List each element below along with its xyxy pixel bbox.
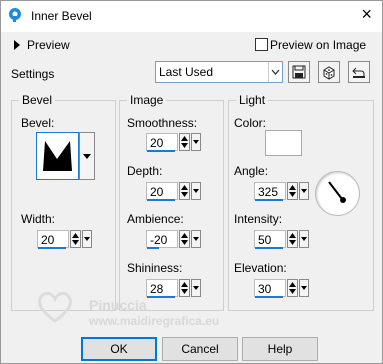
intensity-value-bar xyxy=(255,247,283,249)
bevel-shape-icon xyxy=(43,141,72,171)
intensity-input[interactable]: 50 xyxy=(254,230,286,248)
expand-arrow-icon[interactable] xyxy=(13,40,21,50)
paintshop-app-icon xyxy=(9,8,21,22)
depth-input[interactable]: 20 xyxy=(146,182,178,200)
smoothness-value-bar xyxy=(147,150,175,152)
cancel-button[interactable]: Cancel xyxy=(162,337,238,361)
smoothness-spinner[interactable]: 20 xyxy=(146,133,202,153)
ambience-label: Ambience: xyxy=(127,212,184,226)
ambience-spinner[interactable]: -20 xyxy=(146,230,202,250)
width-spinner[interactable]: 20 xyxy=(37,230,93,250)
title-bar: Inner Bevel × xyxy=(1,1,382,32)
bevel-group-title: Bevel xyxy=(19,93,56,107)
ambience-updown[interactable] xyxy=(179,230,190,248)
preset-dropdown[interactable]: Last Used xyxy=(155,61,283,83)
watermark-heart-icon xyxy=(38,291,72,323)
width-updown[interactable] xyxy=(70,230,81,248)
bevel-label: Bevel: xyxy=(21,116,55,130)
intensity-updown[interactable] xyxy=(287,230,298,248)
shininess-input[interactable]: 28 xyxy=(146,279,178,297)
smoothness-slider-dropdown[interactable] xyxy=(191,133,201,151)
ambience-slider-dropdown[interactable] xyxy=(191,230,201,248)
angle-label: Angle: xyxy=(234,164,269,178)
depth-spinner[interactable]: 20 xyxy=(146,182,202,202)
angle-input[interactable]: 325 xyxy=(254,182,286,200)
settings-label: Settings xyxy=(11,67,55,81)
smoothness-input[interactable]: 20 xyxy=(146,133,178,151)
ambience-value-bar xyxy=(147,247,159,249)
angle-dial-needle-icon xyxy=(328,181,346,203)
chevron-down-icon[interactable] xyxy=(268,62,282,82)
shininess-slider-dropdown[interactable] xyxy=(191,279,201,297)
angle-dial[interactable] xyxy=(315,171,360,216)
close-icon[interactable]: × xyxy=(361,4,372,25)
angle-updown[interactable] xyxy=(287,182,298,200)
color-label: Color: xyxy=(234,116,267,130)
help-button[interactable]: Help xyxy=(242,337,318,361)
randomize-button[interactable] xyxy=(318,61,340,83)
intensity-spinner[interactable]: 50 xyxy=(254,230,310,250)
elevation-updown[interactable] xyxy=(287,279,298,297)
smoothness-updown[interactable] xyxy=(179,133,190,151)
inner-bevel-dialog: Inner Bevel × Preview Preview on Image S… xyxy=(0,0,383,364)
shininess-label: Shininess: xyxy=(127,261,183,275)
depth-updown[interactable] xyxy=(179,182,190,200)
bevel-shape-dropdown[interactable] xyxy=(79,132,95,180)
watermark-name: Pinuccia xyxy=(89,297,147,313)
width-slider-dropdown[interactable] xyxy=(82,230,92,248)
chevron-down-icon xyxy=(83,154,91,159)
angle-spinner[interactable]: 325 xyxy=(254,182,310,202)
angle-slider-dropdown[interactable] xyxy=(299,182,309,200)
ambience-input[interactable]: -20 xyxy=(146,230,178,248)
preset-value: Last Used xyxy=(159,65,214,79)
bevel-shape-preview[interactable] xyxy=(36,132,79,180)
depth-value-bar xyxy=(147,199,175,201)
elevation-input[interactable]: 30 xyxy=(254,279,286,297)
smoothness-label: Smoothness: xyxy=(127,116,198,130)
width-input[interactable]: 20 xyxy=(37,230,69,248)
shininess-updown[interactable] xyxy=(179,279,190,297)
shininess-spinner[interactable]: 28 xyxy=(146,279,202,299)
preview-on-image-checkbox[interactable] xyxy=(255,38,268,51)
intensity-slider-dropdown[interactable] xyxy=(299,230,309,248)
window-title: Inner Bevel xyxy=(31,9,92,23)
width-label: Width: xyxy=(21,212,56,226)
light-group-title: Light xyxy=(236,93,269,107)
elevation-value-bar xyxy=(255,296,283,298)
image-group-title: Image xyxy=(127,93,167,107)
depth-slider-dropdown[interactable] xyxy=(191,182,201,200)
preview-toggle-label[interactable]: Preview xyxy=(27,38,70,52)
watermark-url: www.maidiregrafica.eu xyxy=(89,314,220,328)
save-preset-button[interactable] xyxy=(288,61,310,83)
floppy-disk-icon xyxy=(292,65,306,79)
angle-value-bar xyxy=(255,199,283,201)
intensity-label: Intensity: xyxy=(234,212,283,226)
preview-on-image-label[interactable]: Preview on Image xyxy=(270,38,366,52)
dice-icon xyxy=(323,66,335,80)
elevation-spinner[interactable]: 30 xyxy=(254,279,310,299)
shininess-value-bar xyxy=(147,296,175,298)
reset-button[interactable] xyxy=(348,61,370,83)
reset-arrow-icon xyxy=(352,67,365,78)
elevation-label: Elevation: xyxy=(234,261,287,275)
light-color-swatch[interactable] xyxy=(265,130,302,156)
depth-label: Depth: xyxy=(127,164,163,178)
elevation-slider-dropdown[interactable] xyxy=(299,279,309,297)
width-value-bar xyxy=(38,247,66,249)
ok-button[interactable]: OK xyxy=(81,337,157,361)
